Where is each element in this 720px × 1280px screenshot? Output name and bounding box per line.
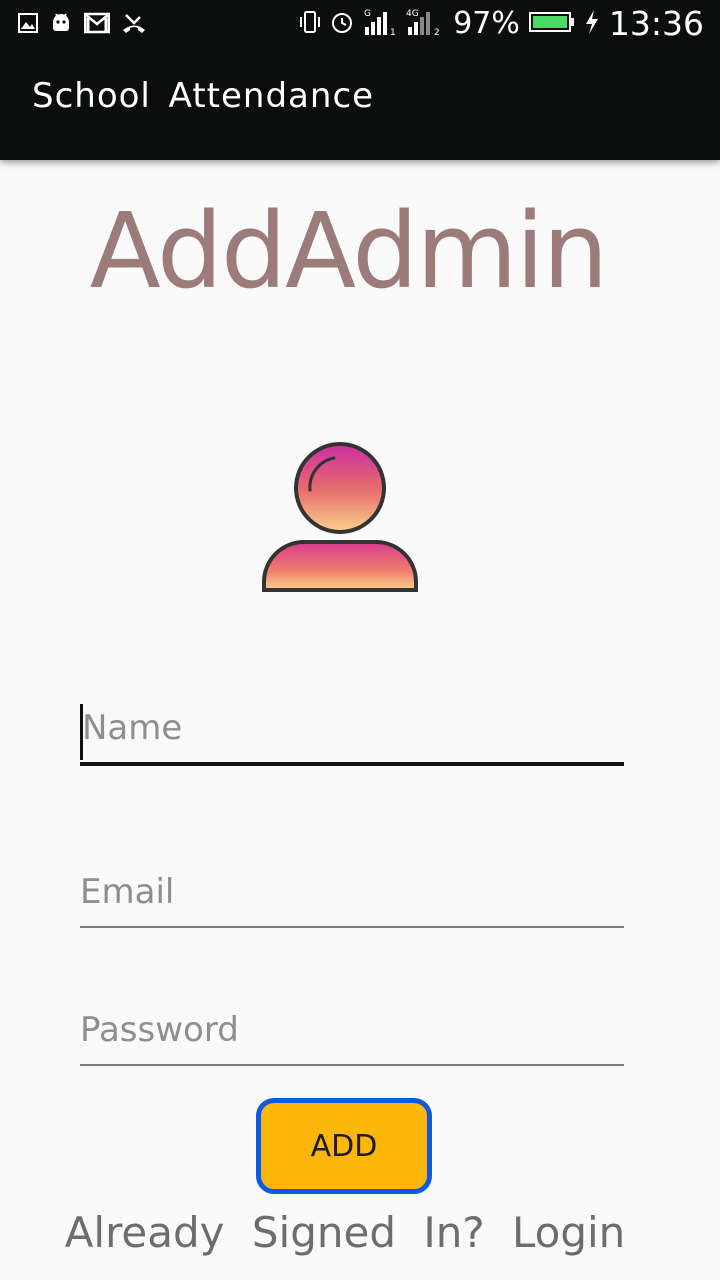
add-button[interactable]: ADD [256,1098,432,1194]
network-type-label: 4G [406,9,419,19]
battery-percent: 97% [453,6,520,41]
sim-slot-label: 1 [390,28,396,37]
app-bar: School Attendance [0,48,720,160]
email-field[interactable] [80,864,624,920]
app-title: School Attendance [32,76,375,116]
notification-icons [18,12,146,38]
password-field-underline [80,1064,624,1066]
battery-icon [528,11,575,37]
gmail-icon [83,12,111,38]
page-title: AddAdmin [89,190,609,312]
email-field-underline [80,926,624,928]
clock: 13:36 [608,4,704,43]
sim-slot-label: 2 [434,28,440,37]
text-cursor [80,704,83,760]
status-bar: G 1 4G 2 97% 13:36 [0,0,720,48]
login-link[interactable]: Already Signed In? Login [0,1208,690,1257]
network-type-label: G [364,9,371,19]
password-field-container [80,1002,624,1068]
android-debug-icon [50,12,72,38]
user-avatar-icon [258,438,422,594]
name-field[interactable] [80,700,626,756]
signal-sim1-icon: G 1 [363,7,397,41]
missed-call-icon [122,12,146,38]
system-status: G 1 4G 2 97% 13:36 [299,4,704,44]
image-icon [18,13,38,37]
signal-sim2-icon: 4G 2 [406,7,444,41]
email-field-container [80,864,624,930]
vibrate-icon [299,10,321,38]
name-field-container [80,700,626,768]
charging-icon [584,9,600,39]
alarm-icon [330,10,354,38]
name-field-underline [80,762,624,766]
password-field[interactable] [80,1002,624,1058]
